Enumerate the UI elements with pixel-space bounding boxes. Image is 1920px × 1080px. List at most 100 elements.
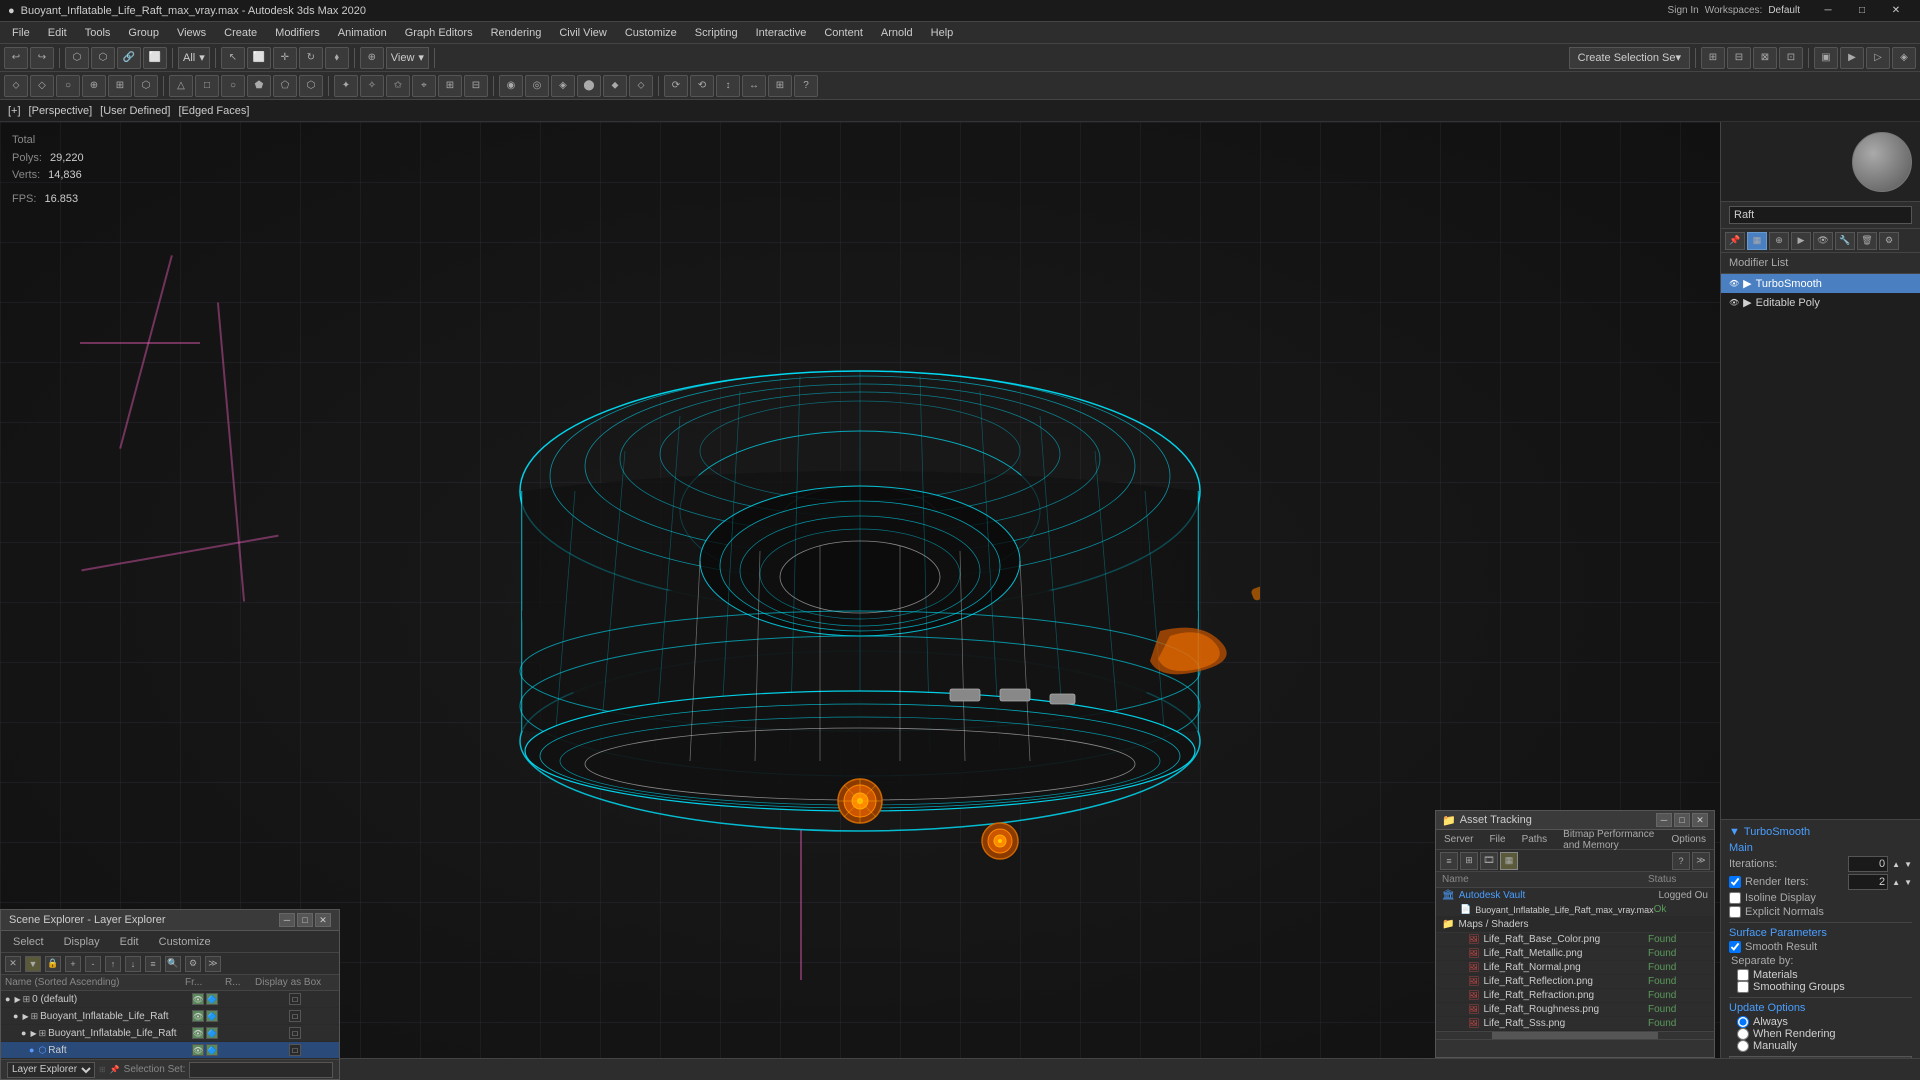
- maximize-btn[interactable]: □: [1846, 0, 1878, 22]
- layer-display-box-3[interactable]: □: [289, 1044, 301, 1056]
- scene-explorer-header[interactable]: Scene Explorer - Layer Explorer ─ □ ✕: [1, 910, 339, 931]
- menu-file[interactable]: File: [4, 25, 38, 41]
- tb2-btn-16[interactable]: ⌖: [412, 75, 436, 97]
- options-btn[interactable]: ⚙: [185, 956, 201, 972]
- layer-row-0[interactable]: ● ▶ ⊞ 0 (default) 👁 🔷 □: [1, 991, 339, 1008]
- render-btn[interactable]: ▶: [1840, 47, 1864, 69]
- render-setup-btn[interactable]: ▣: [1814, 47, 1838, 69]
- vis-render-2[interactable]: 🔷: [206, 1027, 218, 1039]
- explorer-drag-btn[interactable]: ⊞: [99, 1065, 106, 1074]
- filter-btn[interactable]: ▼: [25, 956, 41, 972]
- at-menu-file[interactable]: File: [1485, 833, 1509, 846]
- sign-in-btn[interactable]: Sign In: [1668, 5, 1699, 16]
- tb2-btn-26[interactable]: ⟲: [690, 75, 714, 97]
- iterations-spinner-down[interactable]: ▼: [1904, 860, 1912, 869]
- menu-views[interactable]: Views: [169, 25, 214, 41]
- menu-graph-editors[interactable]: Graph Editors: [397, 25, 481, 41]
- spinner-snap-btn[interactable]: ⊡: [1779, 47, 1803, 69]
- link-btn[interactable]: ⬡: [65, 47, 89, 69]
- workspaces-dropdown[interactable]: Default: [1768, 5, 1800, 16]
- layer-expand-0[interactable]: ▶: [14, 995, 20, 1004]
- tab-display[interactable]: Display: [56, 934, 108, 950]
- smoothing-groups-checkbox[interactable]: [1737, 981, 1749, 993]
- render-frame-btn[interactable]: ▷: [1866, 47, 1890, 69]
- at-tb-grid[interactable]: ⊞: [1460, 852, 1478, 870]
- at-file-row-2[interactable]: 🖼 Life_Raft_Normal.png Found: [1436, 961, 1714, 975]
- tb2-btn-4[interactable]: ⊕: [82, 75, 106, 97]
- select-filter-btn[interactable]: ⬜: [143, 47, 167, 69]
- vis-eye-2[interactable]: 👁: [192, 1027, 204, 1039]
- add-btn[interactable]: +: [65, 956, 81, 972]
- menu-rendering[interactable]: Rendering: [483, 25, 550, 41]
- menu-content[interactable]: Content: [816, 25, 871, 41]
- tb2-btn-12[interactable]: ⬡: [299, 75, 323, 97]
- close-btn[interactable]: ✕: [1880, 0, 1912, 22]
- percent-snap-btn[interactable]: ⊠: [1753, 47, 1777, 69]
- vis-render-0[interactable]: 🔷: [206, 993, 218, 1005]
- menu-arnold[interactable]: Arnold: [873, 25, 921, 41]
- menu-create[interactable]: Create: [216, 25, 265, 41]
- snap-btn[interactable]: ⊞: [1701, 47, 1725, 69]
- tb2-btn-17[interactable]: ⊞: [438, 75, 462, 97]
- layer-row-1[interactable]: ● ▶ ⊞ Buoyant_Inflatable_Life_Raft 👁 🔷 □: [1, 1008, 339, 1025]
- viewport-plus[interactable]: [+]: [8, 105, 21, 117]
- modifier-btn[interactable]: ▦: [1747, 232, 1767, 250]
- tb2-btn-20[interactable]: ◎: [525, 75, 549, 97]
- render-iters-input[interactable]: [1848, 874, 1888, 890]
- filter-clear-btn[interactable]: ✕: [5, 956, 21, 972]
- display-btn[interactable]: 👁: [1813, 232, 1833, 250]
- bind-btn[interactable]: 🔗: [117, 47, 141, 69]
- layer-row-3[interactable]: ● ⬡ Raft 👁 🔷 □: [1, 1042, 339, 1059]
- when-rendering-radio[interactable]: [1737, 1028, 1749, 1040]
- layer-expand-2[interactable]: ▶: [30, 1029, 36, 1038]
- select-all-dropdown[interactable]: All ▾: [178, 47, 210, 69]
- tb2-btn-30[interactable]: ?: [794, 75, 818, 97]
- at-tb-more[interactable]: ≫: [1692, 852, 1710, 870]
- at-menu-options[interactable]: Options: [1668, 833, 1710, 846]
- active-shade-btn[interactable]: ◈: [1892, 47, 1916, 69]
- render-iters-up[interactable]: ▲: [1892, 878, 1900, 887]
- tb2-btn-24[interactable]: ⬦: [629, 75, 653, 97]
- ref-coord-btn[interactable]: ⊕: [360, 47, 384, 69]
- settings-btn[interactable]: ⚙: [1879, 232, 1899, 250]
- redo-btn[interactable]: ↪: [30, 47, 54, 69]
- delete-btn[interactable]: 🗑: [1857, 232, 1877, 250]
- layer-display-box-1[interactable]: □: [289, 1010, 301, 1022]
- at-menu-server[interactable]: Server: [1440, 833, 1477, 846]
- at-tb-table[interactable]: ▦: [1500, 852, 1518, 870]
- sort-btn[interactable]: ≡: [145, 956, 161, 972]
- at-tb-help[interactable]: ?: [1672, 852, 1690, 870]
- lock-btn[interactable]: 🔒: [45, 956, 61, 972]
- modifier-editable-poly[interactable]: 👁 ▶ Editable Poly: [1721, 293, 1920, 312]
- tb2-btn-23[interactable]: ⬥: [603, 75, 627, 97]
- render-iters-down[interactable]: ▼: [1904, 878, 1912, 887]
- select-region-btn[interactable]: ⬜: [247, 47, 271, 69]
- viewport-shading[interactable]: [Edged Faces]: [178, 105, 249, 117]
- select-btn[interactable]: ↖: [221, 47, 245, 69]
- menu-tools[interactable]: Tools: [77, 25, 119, 41]
- menu-edit[interactable]: Edit: [40, 25, 75, 41]
- layer-display-box-2[interactable]: □: [289, 1027, 301, 1039]
- menu-group[interactable]: Group: [120, 25, 167, 41]
- scene-explorer-minimize[interactable]: ─: [279, 913, 295, 927]
- layer-display-box-0[interactable]: □: [289, 993, 301, 1005]
- create-selection-btn[interactable]: Create Selection Se ▾: [1569, 47, 1690, 69]
- isoline-checkbox[interactable]: [1729, 892, 1741, 904]
- menu-help[interactable]: Help: [923, 25, 962, 41]
- viewport-perspective[interactable]: [Perspective]: [29, 105, 93, 117]
- at-maps-folder[interactable]: 📁 Maps / Shaders: [1436, 917, 1714, 933]
- at-scrollbar[interactable]: [1436, 1031, 1714, 1039]
- layer-explorer-dropdown[interactable]: Layer Explorer: [7, 1062, 95, 1078]
- at-tb-list[interactable]: ≡: [1440, 852, 1458, 870]
- move-btn[interactable]: ✛: [273, 47, 297, 69]
- tab-select[interactable]: Select: [5, 934, 52, 950]
- asset-tracking-close[interactable]: ✕: [1692, 813, 1708, 827]
- asset-vault-row[interactable]: 🏛 Autodesk Vault Logged Ou: [1436, 888, 1714, 903]
- modifier-turbosmooth[interactable]: 👁 ▶ TurboSmooth: [1721, 274, 1920, 293]
- tb2-btn-28[interactable]: ↔: [742, 75, 766, 97]
- tab-customize[interactable]: Customize: [151, 934, 219, 950]
- layer-row-2[interactable]: ● ▶ ⊞ Buoyant_Inflatable_Life_Raft 👁 🔷 □: [1, 1025, 339, 1042]
- explorer-pin-btn[interactable]: 📌: [110, 1065, 120, 1074]
- iterations-spinner-up[interactable]: ▲: [1892, 860, 1900, 869]
- tb2-btn-27[interactable]: ↕: [716, 75, 740, 97]
